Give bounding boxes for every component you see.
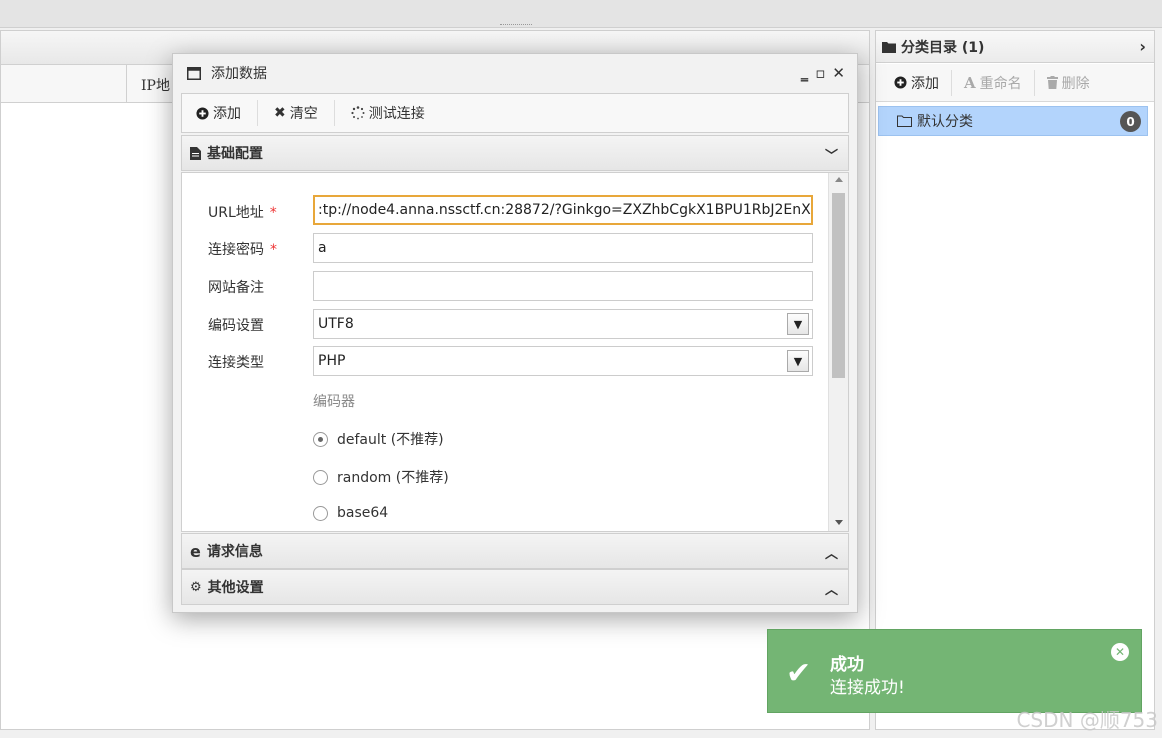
encoder-option-label: default (不推荐) xyxy=(337,432,444,448)
category-list: 默认分类 0 xyxy=(878,106,1148,136)
category-toolbar: 添加 A 重命名 删除 xyxy=(876,64,1154,102)
chevron-up-icon[interactable]: ︿ xyxy=(825,543,838,562)
close-icon[interactable]: ✕ xyxy=(832,64,845,82)
watermark: CSDN @顺753 xyxy=(1016,708,1158,732)
top-strip xyxy=(0,0,1162,28)
cogs-icon: ⚙ xyxy=(190,579,202,595)
font-icon: A xyxy=(964,73,976,92)
column-ip[interactable]: IP地 xyxy=(141,75,170,95)
note-input[interactable] xyxy=(313,271,813,301)
category-header: 分类目录 (1) › xyxy=(876,31,1154,63)
chevron-down-icon[interactable]: ▼ xyxy=(787,350,809,372)
note-label: 网站备注 xyxy=(208,280,264,296)
category-add-label: 添加 xyxy=(911,75,939,92)
clear-button-label: 清空 xyxy=(289,106,318,122)
window-icon xyxy=(187,66,201,80)
count-badge: 0 xyxy=(1120,111,1141,132)
type-label: 连接类型 xyxy=(208,355,264,371)
scroll-up-icon[interactable] xyxy=(835,177,843,182)
category-rename-label: 重命名 xyxy=(979,75,1022,92)
basic-config-title: 基础配置 xyxy=(207,146,263,162)
radio-icon[interactable] xyxy=(313,469,328,485)
password-input[interactable]: a xyxy=(313,233,813,263)
category-delete-button[interactable]: 删除 xyxy=(1046,70,1102,96)
category-item-label: 默认分类 xyxy=(917,114,973,130)
basic-config-header[interactable]: 基础配置 ﹀ xyxy=(181,135,849,171)
times-icon: ✖ xyxy=(274,105,286,121)
form-scrollbar[interactable] xyxy=(828,173,848,531)
category-delete-label: 删除 xyxy=(1061,75,1090,92)
encoder-title: 编码器 xyxy=(313,394,355,410)
dialog-titlebar[interactable]: 添加数据 ‗ ▫ ✕ xyxy=(173,54,857,92)
toast-title: 成功 xyxy=(830,655,864,675)
dialog-title: 添加数据 xyxy=(211,66,267,82)
chevron-down-icon[interactable]: ▼ xyxy=(787,313,809,335)
encoding-select[interactable]: UTF8 ▼ xyxy=(313,309,813,339)
plus-circle-icon xyxy=(196,106,209,120)
success-toast: ✔ 成功 连接成功! ✕ xyxy=(767,629,1142,713)
type-value: PHP xyxy=(318,353,346,369)
encoder-option-label: random (不推荐) xyxy=(337,470,449,486)
folder-filled-icon xyxy=(882,42,896,53)
radio-icon[interactable] xyxy=(313,505,328,521)
file-text-icon xyxy=(190,146,201,160)
trash-icon xyxy=(1046,76,1058,89)
other-settings-header[interactable]: ⚙ 其他设置 ︿ xyxy=(181,569,849,605)
basic-config-body: URL地址 * :tp://node4.anna.nssctf.cn:28872/… xyxy=(181,172,849,532)
chevron-down-icon[interactable]: ﹀ xyxy=(825,145,838,164)
encoding-value: UTF8 xyxy=(318,316,354,332)
request-info-header[interactable]: e 请求信息 ︿ xyxy=(181,533,849,569)
add-data-dialog: 添加数据 ‗ ▫ ✕ 添加 ✖ 清空 测试连接 基础配置 ﹀ URL地址 * :t… xyxy=(172,53,858,613)
close-icon[interactable]: ✕ xyxy=(1111,643,1129,661)
add-button-label: 添加 xyxy=(213,106,241,122)
scroll-down-icon[interactable] xyxy=(835,520,843,525)
category-rename-button[interactable]: A 重命名 xyxy=(964,69,1035,96)
check-icon: ✔ xyxy=(786,656,812,691)
encoder-option-random[interactable]: random (不推荐) xyxy=(313,467,449,487)
password-label: 连接密码 * xyxy=(208,242,277,258)
category-title-text: 分类目录 (1) xyxy=(901,40,985,56)
ie-icon: e xyxy=(190,541,201,561)
url-input[interactable]: :tp://node4.anna.nssctf.cn:28872/?Ginkgo… xyxy=(313,195,813,225)
clear-button[interactable]: ✖ 清空 xyxy=(274,100,335,126)
chevron-right-icon[interactable]: › xyxy=(1139,37,1146,56)
window-controls: ‗ ▫ ✕ xyxy=(801,64,845,82)
encoding-label: 编码设置 xyxy=(208,318,264,334)
column-divider[interactable] xyxy=(126,65,127,103)
spinner-icon xyxy=(351,106,365,120)
encoder-option-label: base64 xyxy=(337,505,389,521)
chevron-up-icon[interactable]: ︿ xyxy=(825,579,838,598)
toast-message: 连接成功! xyxy=(830,678,905,698)
add-button[interactable]: 添加 xyxy=(196,100,258,126)
plus-circle-icon xyxy=(894,76,907,89)
test-connection-button[interactable]: 测试连接 xyxy=(351,100,441,126)
category-item[interactable]: 默认分类 0 xyxy=(878,106,1148,136)
dialog-toolbar: 添加 ✖ 清空 测试连接 xyxy=(181,93,849,133)
request-info-title: 请求信息 xyxy=(206,544,263,560)
encoder-option-base64[interactable]: base64 xyxy=(313,505,388,521)
url-label: URL地址 * xyxy=(208,205,277,221)
maximize-icon[interactable]: ▫ xyxy=(815,64,825,82)
other-settings-title: 其他设置 xyxy=(207,580,264,596)
category-title: 分类目录 (1) xyxy=(882,37,984,57)
scroll-thumb[interactable] xyxy=(832,193,845,378)
test-connection-label: 测试连接 xyxy=(368,106,425,122)
minimize-icon[interactable]: ‗ xyxy=(801,64,809,82)
encoder-option-default[interactable]: default (不推荐) xyxy=(313,429,444,449)
category-panel: 分类目录 (1) › 添加 A 重命名 删除 默认分类 0 xyxy=(875,30,1155,730)
folder-open-icon xyxy=(897,115,912,127)
type-select[interactable]: PHP ▼ xyxy=(313,346,813,376)
category-add-button[interactable]: 添加 xyxy=(894,69,952,96)
radio-checked-icon[interactable] xyxy=(313,431,328,447)
resize-grip[interactable] xyxy=(500,24,532,26)
